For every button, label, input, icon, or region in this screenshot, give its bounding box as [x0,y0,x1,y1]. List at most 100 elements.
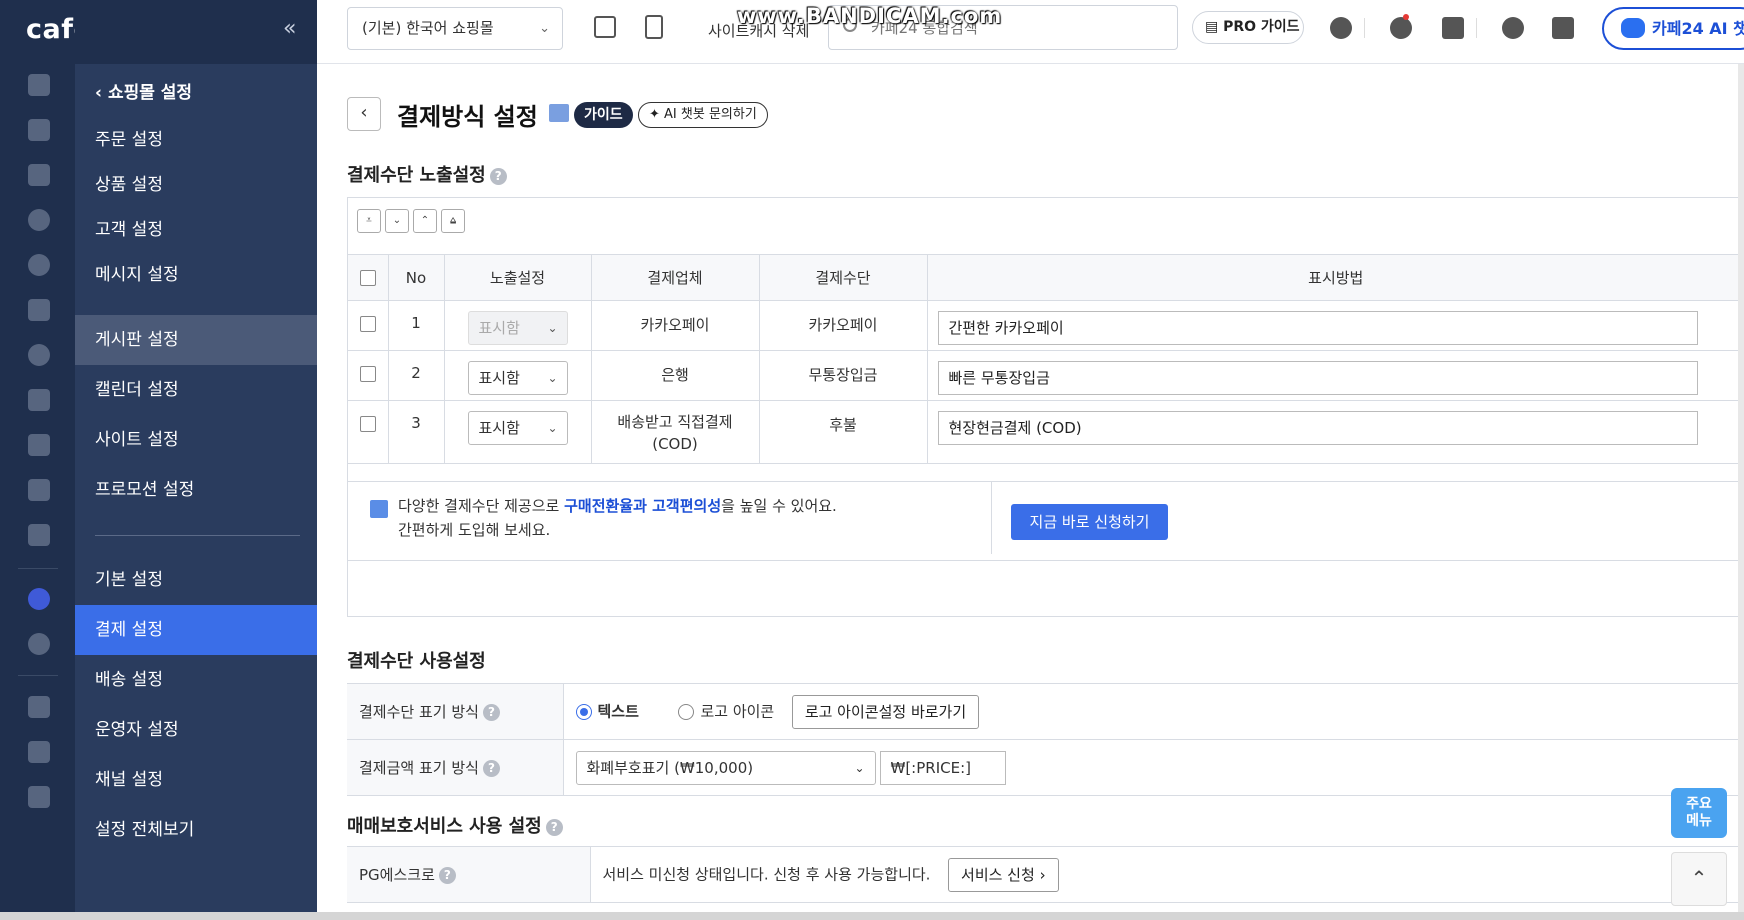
vertical-scrollbar[interactable] [1738,64,1744,920]
guide-badge[interactable]: 가이드 [574,102,633,128]
tablet-icon[interactable] [645,15,663,39]
move-up-icon[interactable]: ⌃ [413,209,437,233]
menu-item-order[interactable]: 주문 설정 [75,115,317,165]
display-label-input[interactable]: 현장현금결제 (COD) [937,411,1698,445]
stats-bar-icon[interactable] [28,479,50,501]
back-button[interactable]: ‹ [347,97,381,131]
rail-divider [18,568,58,569]
settings-icon[interactable] [28,633,50,655]
submenu-title[interactable]: ‹ 쇼핑몰 설정 [95,78,192,103]
submenu-header [75,0,317,64]
row-check-cell [348,400,389,464]
menu-item-product[interactable]: 상품 설정 [75,160,317,210]
help-icon[interactable]: ? [545,818,563,836]
scroll-top-chevron-icon[interactable]: ⌃ [1671,852,1727,906]
radio-text[interactable] [575,703,592,720]
video-icon[interactable] [28,741,50,763]
exposure-box-footer [347,561,1744,617]
menu-item-payment[interactable]: 결제 설정 [75,605,317,655]
headset-icon[interactable] [1330,17,1352,39]
amount-format-select[interactable]: 화폐부호표기 (₩10,000) ⌄ [575,750,876,785]
cafe24-ai-chat-button[interactable]: 카페24 AI 챗 [1602,7,1744,50]
display-label-input[interactable]: 빠른 무통장입금 [937,361,1698,395]
palette-icon[interactable] [28,344,50,366]
cart-icon[interactable] [28,119,50,141]
cache-clear-label[interactable]: 사이트캐시 삭제 [708,20,809,41]
menu-item-promotion[interactable]: 프로모션 설정 [75,465,317,515]
menu-item-view-all[interactable]: 설정 전체보기 [75,805,317,855]
apps-grid-icon[interactable] [1552,17,1574,39]
menu-item-board[interactable]: 게시판 설정 [75,315,317,365]
move-bottom-icon[interactable]: ⩡ [357,209,381,233]
menu-item-shipping[interactable]: 배송 설정 [75,655,317,705]
award-icon[interactable] [28,588,50,610]
ai-chatbot-button[interactable]: ✦ AI 챗봇 문의하기 [638,102,768,128]
sparkle-icon: ✦ [649,107,665,122]
logo-icon-setting-button[interactable]: 로고 아이콘설정 바로가기 [791,694,980,729]
display-select[interactable]: 표시함 ⌄ [467,361,568,395]
display-select[interactable]: 표시함 ⌄ [467,411,568,445]
shirt-icon[interactable] [28,164,50,186]
quick-menu-button[interactable]: 주요 메뉴 [1671,788,1727,838]
main-content: ‹ 결제방식 설정 가이드 ✦ AI 챗봇 문의하기 결제수단 노출설정? ⩡ … [317,64,1744,920]
row-checkbox[interactable] [359,415,376,432]
menu-item-customer[interactable]: 고객 설정 [75,205,317,255]
chat-icon[interactable] [28,254,50,276]
bookmark-icon[interactable] [1442,17,1464,39]
ai-robot-icon [1621,18,1645,38]
provider-cell: 배송받고 직접결제 (COD) [591,400,760,464]
stats-line-icon[interactable] [28,434,50,456]
column-header: 표시방법 [927,254,1744,301]
service-apply-button[interactable]: 서비스 신청 › [948,857,1059,892]
user-icon[interactable] [28,209,50,231]
row-no: 3 [388,400,445,464]
row-checkbox[interactable] [359,315,376,332]
account-icon[interactable] [1502,17,1524,39]
move-buttons-top: ⩡ ⌄ ⌃ ⩠ [357,209,465,233]
promo-banner: 다양한 결제수단 제공으로 구매전환율과 고객편의성을 높일 수 있어요. 간편… [348,481,1744,554]
help-icon[interactable]: ? [482,704,500,721]
amount-format-input[interactable]: ₩[:PRICE:] [879,750,1006,785]
form-row: 결제금액 표기 방식? 화폐부호표기 (₩10,000) ⌄ ₩[:PRICE:] [347,739,1744,796]
back-chevron-icon: ‹ [95,83,108,103]
help-icon[interactable]: ? [489,167,507,185]
help-icon[interactable]: ? [482,760,500,777]
excel-icon[interactable] [28,524,50,546]
coupon-icon[interactable] [28,389,50,411]
bell-icon[interactable] [1390,17,1412,39]
label-cell: 현장현금결제 (COD) [927,400,1744,464]
menu-item-calendar[interactable]: 캘린더 설정 [75,365,317,415]
icon-rail: cafe24 [0,0,130,920]
home-icon[interactable] [28,74,50,96]
select-all-checkbox[interactable] [359,270,376,286]
move-down-icon[interactable]: ⌄ [385,209,409,233]
pro-guide-button[interactable]: ▤ PRO 가이드 [1192,11,1304,44]
menu-item-operator[interactable]: 운영자 설정 [75,705,317,755]
menu-item-basic[interactable]: 기본 설정 [75,555,317,605]
apply-now-button[interactable]: 지금 바로 신청하기 [1011,504,1168,540]
board-icon[interactable] [28,299,50,321]
radio-logo-icon[interactable] [678,703,695,720]
table-row: 1 표시함 ⌄ 카카오페이 카카오페이 간편한 카카오페이 [348,300,1744,351]
rail-divider [18,675,58,676]
move-top-icon[interactable]: ⩠ [441,209,465,233]
menu-item-site[interactable]: 사이트 설정 [75,415,317,465]
column-header: 노출설정 [444,254,592,301]
escrow-form: PG에스크로? 서비스 미신청 상태입니다. 신청 후 사용 가능합니다. 서비… [347,846,1744,903]
notification-dot [1403,14,1409,20]
menu-item-message[interactable]: 메시지 설정 [75,250,317,300]
display-cell: 표시함 ⌄ [444,300,592,351]
menu-item-channel[interactable]: 채널 설정 [75,755,317,805]
shop-select[interactable]: (기본) 한국어 쇼핑몰 ⌄ [347,7,563,50]
horizontal-scrollbar[interactable] [0,912,1744,920]
display-label-input[interactable]: 간편한 카카오페이 [937,311,1698,345]
chevron-down-icon: ⌄ [547,371,558,385]
shop-icon[interactable] [28,786,50,808]
payment-exposure-table: No 노출설정 결제업체 결제수단 표시방법 1 표시함 ⌄ 카카오페이 카카오페… [348,254,1744,464]
desktop-icon[interactable] [594,16,616,38]
integrated-search-input[interactable] [828,5,1178,50]
row-checkbox[interactable] [359,365,376,382]
help-icon[interactable]: ? [438,867,456,884]
collapse-double-chevron-icon[interactable]: « [283,16,296,41]
truck-icon[interactable] [28,696,50,718]
